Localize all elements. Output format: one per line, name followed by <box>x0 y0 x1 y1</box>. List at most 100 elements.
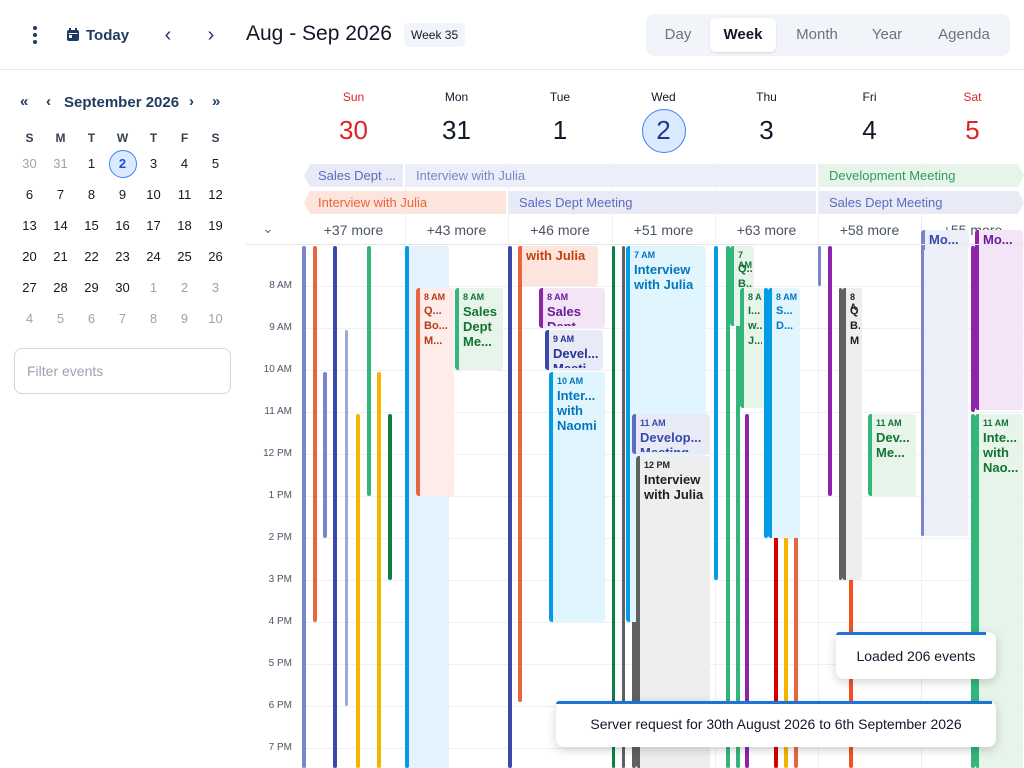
day-header-tue[interactable]: Tue 1 <box>508 71 612 163</box>
mini-calendar-day[interactable]: 20 <box>14 243 45 271</box>
mini-calendar-day[interactable]: 30 <box>14 150 45 178</box>
mini-calendar-day[interactable]: 6 <box>14 181 45 209</box>
mini-calendar-day[interactable]: 4 <box>14 305 45 333</box>
mini-calendar-day[interactable]: 27 <box>14 274 45 302</box>
mini-calendar-day[interactable]: 10 <box>200 305 231 333</box>
event-stripe[interactable] <box>345 330 348 706</box>
mini-calendar-day[interactable]: 7 <box>107 305 138 333</box>
mini-calendar-day[interactable]: 6 <box>76 305 107 333</box>
event-stripe[interactable] <box>921 246 968 536</box>
mini-calendar-day[interactable]: 29 <box>76 274 107 302</box>
event-card[interactable]: 8 AM S... D... <box>768 288 800 538</box>
allday-event[interactable]: Sales Dept Meeting <box>509 191 816 214</box>
event-stripe[interactable] <box>828 246 832 496</box>
mini-calendar-day[interactable]: 30 <box>107 274 138 302</box>
mini-calendar-day[interactable]: 2 <box>169 274 200 302</box>
event-stripe[interactable] <box>818 246 821 286</box>
day-header-sat[interactable]: Sat 5 <box>921 71 1024 163</box>
mini-calendar-day[interactable]: 31 <box>45 150 76 178</box>
mini-calendar-day[interactable]: 21 <box>45 243 76 271</box>
event-stripe[interactable] <box>518 246 522 702</box>
event-stripe[interactable] <box>367 246 371 496</box>
view-month-button[interactable]: Month <box>784 18 850 52</box>
event-card[interactable]: 8 A I... w... J... <box>740 288 764 408</box>
event-stripe[interactable] <box>302 246 306 768</box>
mini-calendar-day[interactable]: 1 <box>76 150 107 178</box>
mini-calendar-day[interactable]: 3 <box>200 274 231 302</box>
event-stripe[interactable] <box>622 246 625 768</box>
more-events-link[interactable]: +43 more <box>405 216 508 244</box>
more-events-link[interactable]: +63 more <box>715 216 818 244</box>
day-header-fri[interactable]: Fri 4 <box>818 71 921 163</box>
chevron-left-icon[interactable]: ‹ <box>156 22 180 48</box>
event-card[interactable]: 8 AM Sales Dept Me... <box>455 288 503 370</box>
event-card[interactable]: 8 AM Sales Dept... <box>539 288 605 328</box>
mini-calendar-day[interactable]: 9 <box>107 181 138 209</box>
event-card[interactable]: 9 AM Devel... Meeti... <box>545 330 603 370</box>
allday-event[interactable]: Interview with Julia <box>406 164 816 187</box>
event-stripe[interactable] <box>714 246 718 580</box>
event-stripe[interactable] <box>612 246 615 768</box>
day-header-sun[interactable]: Sun 30 <box>302 71 405 163</box>
more-events-link[interactable]: +37 more <box>302 216 405 244</box>
allday-event[interactable]: Interview with Julia <box>304 191 506 214</box>
event-stripe[interactable] <box>508 246 512 768</box>
chevron-left-icon[interactable]: ‹ <box>46 93 51 110</box>
mini-calendar-day[interactable]: 26 <box>200 243 231 271</box>
mini-calendar-day[interactable]: 14 <box>45 212 76 240</box>
view-year-button[interactable]: Year <box>860 18 914 52</box>
mini-calendar-day[interactable]: 19 <box>200 212 231 240</box>
chevron-right-icon[interactable]: › <box>189 93 194 110</box>
event-card[interactable]: 8 AQ B. M <box>842 288 862 580</box>
allday-event[interactable]: Development Meeting <box>819 164 1024 187</box>
mini-calendar-day[interactable]: 16 <box>107 212 138 240</box>
mini-calendar-day[interactable]: 9 <box>169 305 200 333</box>
event-stripe[interactable] <box>921 246 924 536</box>
mini-calendar-day[interactable]: 24 <box>138 243 169 271</box>
view-agenda-button[interactable]: Agenda <box>926 18 1002 52</box>
mini-calendar-day[interactable]: 5 <box>45 305 76 333</box>
allday-event[interactable]: Sales Dept ... <box>304 164 403 187</box>
mini-calendar-day[interactable]: 15 <box>76 212 107 240</box>
vertical-dots-icon[interactable] <box>26 24 44 46</box>
view-week-button[interactable]: Week <box>710 18 776 52</box>
mini-calendar-day[interactable]: 12 <box>200 181 231 209</box>
event-card[interactable]: 11 AM Develop... Meeting <box>632 414 710 454</box>
more-events-link[interactable]: +51 more <box>612 216 715 244</box>
mini-calendar-day[interactable]: 18 <box>169 212 200 240</box>
event-card[interactable]: 11 AM Dev... Me... <box>868 414 916 496</box>
event-stripe[interactable] <box>313 246 317 622</box>
mini-calendar-day[interactable]: 7 <box>45 181 76 209</box>
mini-calendar-day[interactable]: 11 <box>169 181 200 209</box>
event-stripe[interactable] <box>323 372 327 538</box>
view-day-button[interactable]: Day <box>654 18 702 52</box>
chevron-down-icon[interactable]: ⌄ <box>262 220 274 237</box>
mini-calendar-day[interactable]: 13 <box>14 212 45 240</box>
mini-calendar-day[interactable]: 5 <box>200 150 231 178</box>
more-events-link[interactable]: +46 more <box>508 216 612 244</box>
event-stripe[interactable] <box>405 246 409 768</box>
filter-events-input[interactable] <box>14 348 231 394</box>
mini-calendar-day[interactable]: 8 <box>76 181 107 209</box>
day-header-mon[interactable]: Mon 31 <box>405 71 508 163</box>
mini-calendar-day[interactable]: 25 <box>169 243 200 271</box>
event-stripe[interactable] <box>388 414 392 580</box>
chevron-right-icon[interactable]: › <box>199 22 223 48</box>
mini-calendar-day[interactable]: 17 <box>138 212 169 240</box>
event-card[interactable]: Mo... <box>921 230 969 250</box>
mini-calendar-day[interactable]: 28 <box>45 274 76 302</box>
event-card[interactable]: 8 AM Q... Bo... M... <box>416 288 454 496</box>
mini-calendar-day[interactable]: 22 <box>76 243 107 271</box>
mini-calendar-day[interactable]: 4 <box>169 150 200 178</box>
mini-calendar-day[interactable]: 3 <box>138 150 169 178</box>
day-header-wed[interactable]: Wed 2 <box>612 71 715 163</box>
event-stripe[interactable] <box>377 372 381 768</box>
more-events-link[interactable]: +58 more <box>818 216 921 244</box>
event-card[interactable]: 10 AM Inter... with Naomi <box>549 372 605 622</box>
event-stripe[interactable] <box>356 414 360 768</box>
day-header-thu[interactable]: Thu 3 <box>715 71 818 163</box>
event-card[interactable]: Mo... <box>975 230 1023 410</box>
double-chevron-left-icon[interactable]: « <box>20 93 28 110</box>
event-card[interactable]: with Julia <box>518 246 598 286</box>
mini-calendar-day[interactable]: 23 <box>107 243 138 271</box>
